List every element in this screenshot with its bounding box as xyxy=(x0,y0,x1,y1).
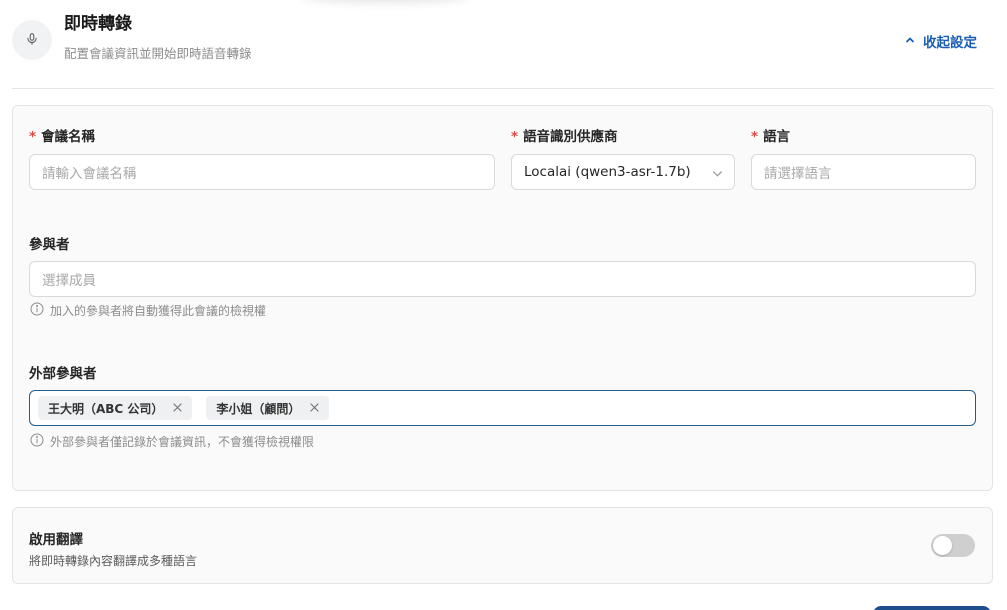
external-participants-hint: 外部參與者僅記錄於會議資訊，不會獲得檢視權限 xyxy=(30,433,314,450)
microphone-icon xyxy=(25,31,39,50)
info-icon xyxy=(30,302,44,319)
page-header: 即時轉錄 配置會議資訊並開始即時語音轉錄 收起設定 xyxy=(12,0,994,89)
required-mark: * xyxy=(751,129,759,145)
info-icon xyxy=(30,433,44,450)
start-transcription-button[interactable] xyxy=(873,606,991,610)
participants-hint: 加入的參與者將自動獲得此會議的檢視權 xyxy=(30,302,266,319)
external-participant-tag: 李小姐（顧問） xyxy=(206,396,330,420)
collapse-settings-button[interactable]: 收起設定 xyxy=(905,31,977,51)
tag-label: 李小姐（顧問） xyxy=(216,401,301,416)
participants-hint-text: 加入的參與者將自動獲得此會議的檢視權 xyxy=(50,304,267,318)
meeting-settings-card: * 會議名稱 請輸入會議名稱 * 語音識別供應商 Localai (qwen3-as… xyxy=(12,105,993,491)
language-label: * 語言 xyxy=(751,129,791,145)
mic-badge xyxy=(12,20,52,60)
translation-description: 將即時轉錄內容翻譯成多種語言 xyxy=(29,554,198,568)
required-mark: * xyxy=(29,129,37,145)
provider-label: * 語音識別供應商 xyxy=(511,129,618,145)
page-title: 即時轉錄 xyxy=(64,14,132,34)
language-select[interactable]: 請選擇語言 xyxy=(751,154,976,190)
chevron-up-icon xyxy=(905,33,915,49)
provider-select[interactable]: Localai (qwen3-asr-1.7b) xyxy=(511,154,735,190)
participants-label: 參與者 xyxy=(29,237,70,253)
participants-select[interactable]: 選擇成員 xyxy=(29,261,976,297)
close-icon[interactable] xyxy=(310,401,320,415)
translation-card: 啟用翻譯 將即時轉錄內容翻譯成多種語言 xyxy=(12,507,993,584)
page-subtitle: 配置會議資訊並開始即時語音轉錄 xyxy=(64,46,252,61)
translation-toggle[interactable] xyxy=(931,534,975,557)
language-placeholder: 請選擇語言 xyxy=(764,166,832,182)
external-participants-input[interactable]: 王大明（ABC 公司） 李小姐（顧問） xyxy=(29,390,976,426)
close-icon[interactable] xyxy=(173,401,183,415)
external-participant-tag: 王大明（ABC 公司） xyxy=(38,396,193,420)
collapse-settings-label: 收起設定 xyxy=(923,35,977,51)
provider-value: Localai (qwen3-asr-1.7b) xyxy=(524,164,691,180)
participants-placeholder: 選擇成員 xyxy=(42,273,96,289)
meeting-name-label: * 會議名稱 xyxy=(29,129,96,145)
chevron-down-icon xyxy=(712,167,723,183)
toggle-knob xyxy=(933,536,952,555)
meeting-name-placeholder: 請輸入會議名稱 xyxy=(42,166,137,182)
meeting-name-input[interactable]: 請輸入會議名稱 xyxy=(29,154,495,190)
tag-label: 王大明（ABC 公司） xyxy=(48,401,164,416)
required-mark: * xyxy=(511,129,519,145)
external-participants-hint-text: 外部參與者僅記錄於會議資訊，不會獲得檢視權限 xyxy=(50,435,315,449)
translation-title: 啟用翻譯 xyxy=(29,532,83,548)
external-participants-label: 外部參與者 xyxy=(29,366,97,382)
